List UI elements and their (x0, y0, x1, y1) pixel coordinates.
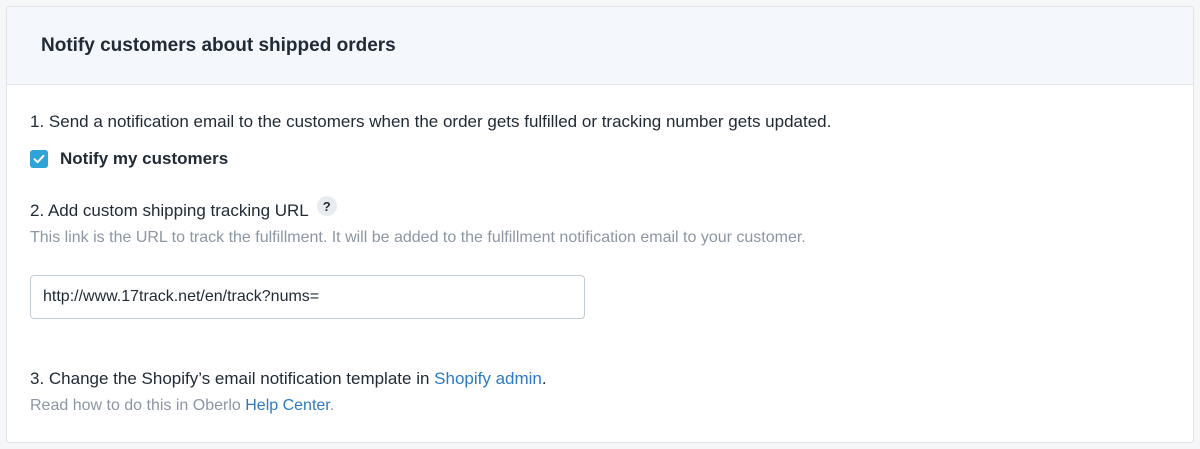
step2-description: This link is the URL to track the fulfil… (30, 229, 806, 246)
tracking-url-input[interactable] (30, 275, 585, 319)
help-note-prefix: Read how to do this in Oberlo (30, 397, 246, 414)
step3-text-suffix: . (541, 369, 547, 388)
step1-text: 1. Send a notification email to the cust… (30, 112, 832, 131)
step3-text: 3. Change the Shopify’s email notificati… (30, 369, 547, 389)
notify-customers-label[interactable]: Notify my customers (60, 149, 228, 169)
notify-customers-checkbox-row[interactable]: Notify my customers (30, 149, 228, 169)
shopify-admin-link[interactable]: Shopify admin (434, 369, 542, 388)
card-header: Notify customers about shipped orders (7, 7, 1193, 85)
question-mark-icon[interactable]: ? (316, 196, 337, 216)
help-center-link[interactable]: Help Center (245, 397, 330, 414)
help-note-suffix: . (329, 397, 335, 414)
help-center-note: Read how to do this in Oberlo Help Cente… (30, 397, 334, 415)
step3-text-prefix: 3. Change the Shopify’s email notificati… (30, 369, 435, 388)
step2-heading: 2. Add custom shipping tracking URL ? (30, 196, 337, 221)
card-title: Notify customers about shipped orders (41, 34, 396, 56)
notify-customers-checkbox[interactable] (30, 150, 48, 168)
step2-text: 2. Add custom shipping tracking URL (30, 201, 309, 220)
notification-settings-card: Notify customers about shipped orders 1.… (6, 6, 1194, 443)
checkmark-icon (33, 154, 45, 164)
